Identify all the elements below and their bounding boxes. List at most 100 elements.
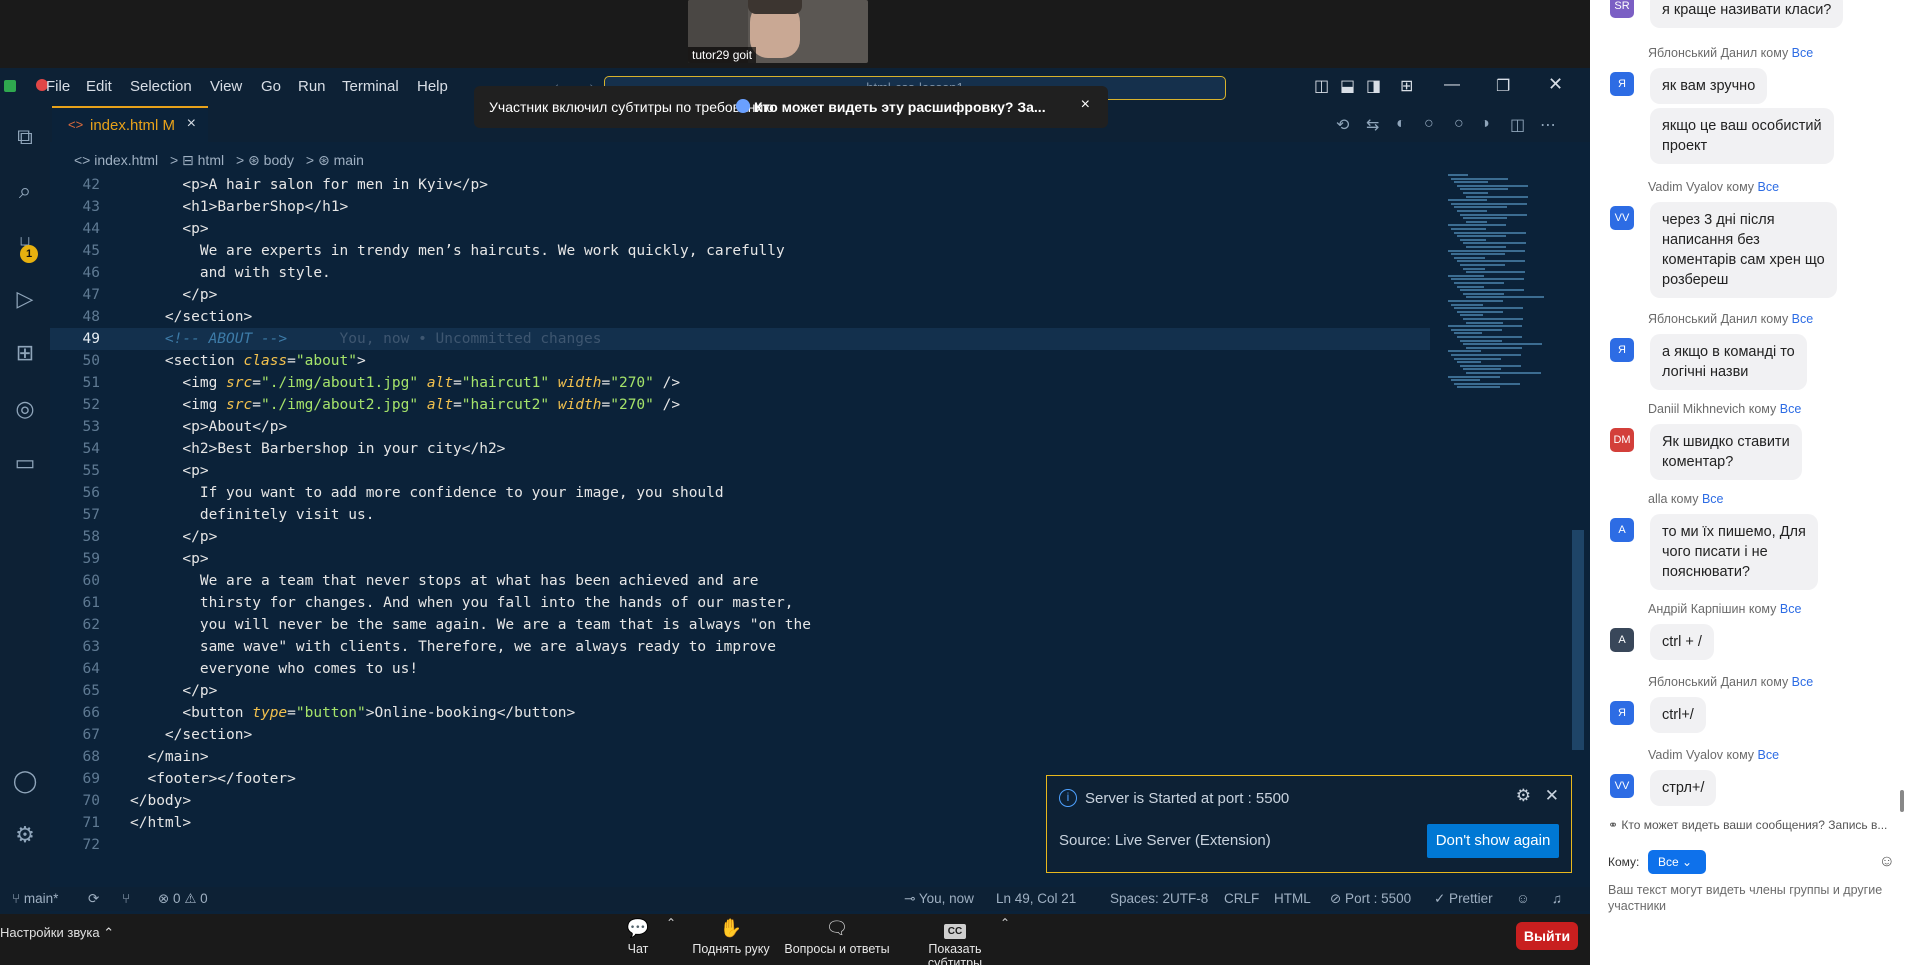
prev-change-icon[interactable]: ○ [1424, 115, 1434, 133]
run-debug-icon[interactable]: ▷ [10, 286, 40, 316]
breadcrumb-file[interactable]: <> index.html [74, 152, 158, 168]
account-icon[interactable]: ◯ [10, 768, 40, 798]
code-line[interactable]: 57 definitely visit us. [50, 504, 1430, 526]
code-line[interactable]: 49 <!-- ABOUT --> You, now • Uncommitted… [50, 328, 1430, 350]
recipient-select[interactable]: Все ⌄ [1648, 850, 1706, 874]
raise-hand-button[interactable]: ✋ Поднять руку [690, 914, 772, 956]
compare-changes-icon[interactable]: ⇆ [1366, 115, 1379, 135]
code-line[interactable]: 65 </p> [50, 680, 1430, 702]
sync-icon[interactable]: ⟳ [88, 891, 99, 907]
recipient[interactable]: Все [1792, 312, 1814, 326]
code-line[interactable]: 61 thirsty for changes. And when you fal… [50, 592, 1430, 614]
code-line[interactable]: 68 </main> [50, 746, 1430, 768]
code-line[interactable]: 45 We are experts in trendy men’s haircu… [50, 240, 1430, 262]
prettier-status[interactable]: ✓ Prettier [1434, 891, 1493, 907]
captions-chevron-icon[interactable]: ⌃ [1000, 916, 1010, 930]
chat-button[interactable]: 💬 Чат [618, 914, 658, 956]
code-line[interactable]: 60 We are a team that never stops at wha… [50, 570, 1430, 592]
cursor-position[interactable]: Ln 49, Col 21 [996, 891, 1076, 906]
code-line[interactable]: 66 <button type="button">Online-booking<… [50, 702, 1430, 724]
captions-button[interactable]: CC Показать субтитры [900, 914, 1010, 965]
code-line[interactable]: 55 <p> [50, 460, 1430, 482]
code-line[interactable]: 52 <img src="./img/about2.jpg" alt="hair… [50, 394, 1430, 416]
close-icon[interactable]: × [1081, 96, 1090, 114]
branch-status[interactable]: ⑂ main* [12, 891, 58, 906]
close-window-icon[interactable]: ✕ [1548, 74, 1563, 95]
who-can-see-messages[interactable]: ⚭ Кто может видеть ваши сообщения? Запис… [1608, 818, 1887, 832]
code-line[interactable]: 58 </p> [50, 526, 1430, 548]
chat-scrollbar[interactable] [1900, 790, 1904, 812]
code-line[interactable]: 44 <p> [50, 218, 1430, 240]
code-editor[interactable]: 42 <p>A hair salon for men in Kyiv</p> 43… [50, 174, 1440, 874]
tab-close-icon[interactable]: × [187, 115, 196, 133]
menu-help[interactable]: Help [417, 78, 448, 95]
timeline-icon[interactable]: ⟲ [1336, 115, 1349, 135]
restore-icon[interactable]: ❐ [1496, 76, 1510, 96]
sound-settings[interactable]: Настройки звука ⌃ [0, 925, 114, 941]
folder-icon[interactable]: ▭ [10, 450, 40, 480]
customize-layout-icon[interactable]: ⊞ [1400, 76, 1413, 96]
menu-edit[interactable]: Edit [86, 78, 112, 95]
recipient[interactable]: Все [1780, 602, 1802, 616]
code-line[interactable]: 48 </section> [50, 306, 1430, 328]
git-graph-status-icon[interactable]: ⑂ [122, 891, 130, 906]
toggle-panel-icon[interactable]: ⬓ [1340, 76, 1355, 96]
encoding[interactable]: UTF-8 [1170, 891, 1208, 906]
code-line[interactable]: 62 you will never be the same again. We … [50, 614, 1430, 636]
extensions-icon[interactable]: ⊞ [10, 340, 40, 370]
code-line[interactable]: 43 <h1>BarberShop</h1> [50, 196, 1430, 218]
go-back-change-icon[interactable]: ◐ [1396, 115, 1406, 133]
recipient[interactable]: Все [1758, 748, 1780, 762]
captions-toast-link[interactable]: Кто может видеть эту расшифровку? За... [754, 99, 1046, 115]
tab-index-html[interactable]: <> index.html M × [52, 106, 208, 142]
menu-run[interactable]: Run [298, 78, 326, 95]
git-lens-icon[interactable]: ◑ [1480, 115, 1490, 133]
code-line[interactable]: 47 </p> [50, 284, 1430, 306]
recipient[interactable]: Все [1792, 675, 1814, 689]
recipient[interactable]: Все [1758, 180, 1780, 194]
search-icon[interactable]: ⌕ [10, 178, 40, 208]
recipient[interactable]: Все [1702, 492, 1724, 506]
chat-input[interactable]: Ваш текст могут видеть члены группы и др… [1608, 882, 1898, 914]
recipient[interactable]: Все [1792, 46, 1814, 60]
toggle-secondary-sidebar-icon[interactable]: ◨ [1366, 76, 1381, 96]
notifications-bell-icon[interactable]: ♫ [1552, 891, 1562, 906]
participant-video-tile[interactable]: tutor29 goit [688, 0, 868, 63]
explorer-icon[interactable]: ⧉ [10, 124, 40, 154]
indentation[interactable]: Spaces: 2 [1110, 891, 1170, 906]
next-change-icon[interactable]: ○ [1454, 115, 1464, 133]
recipient[interactable]: Все [1780, 402, 1802, 416]
code-line[interactable]: 46 and with style. [50, 262, 1430, 284]
breadcrumb-main[interactable]: > ⊛ main [306, 152, 364, 168]
code-line[interactable]: 50 <section class="about"> [50, 350, 1430, 372]
feedback-icon[interactable]: ☺ [1516, 891, 1530, 906]
more-actions-icon[interactable]: ⋯ [1540, 115, 1556, 135]
code-line[interactable]: 53 <p>About</p> [50, 416, 1430, 438]
split-editor-icon[interactable]: ◫ [1510, 115, 1525, 135]
code-line[interactable]: 42 <p>A hair salon for men in Kyiv</p> [50, 174, 1430, 196]
minimize-icon[interactable]: — [1444, 76, 1460, 94]
breadcrumb-body[interactable]: > ⊛ body [236, 152, 294, 168]
code-line[interactable]: 51 <img src="./img/about1.jpg" alt="hair… [50, 372, 1430, 394]
notification-close-icon[interactable]: ✕ [1545, 786, 1559, 806]
menu-file[interactable]: File [46, 78, 70, 95]
code-line[interactable]: 54 <h2>Best Barbershop in your city</h2> [50, 438, 1430, 460]
menu-terminal[interactable]: Terminal [342, 78, 399, 95]
editor-scrollbar[interactable] [1570, 174, 1584, 874]
menu-selection[interactable]: Selection [130, 78, 192, 95]
toggle-sidebar-icon[interactable]: ◫ [1314, 76, 1329, 96]
line-endings[interactable]: CRLF [1224, 891, 1259, 906]
language-mode[interactable]: HTML [1274, 891, 1311, 906]
code-line[interactable]: 56 If you want to add more confidence to… [50, 482, 1430, 504]
leave-button[interactable]: Выйти [1516, 922, 1578, 950]
dont-show-again-button[interactable]: Don't show again [1427, 824, 1559, 858]
code-line[interactable]: 64 everyone who comes to us! [50, 658, 1430, 680]
blame-status[interactable]: ⊸ You, now [904, 891, 974, 907]
qa-button[interactable]: 🗨 Вопросы и ответы [782, 914, 892, 956]
minimap[interactable] [1440, 174, 1570, 404]
code-line[interactable]: 59 <p> [50, 548, 1430, 570]
notification-settings-icon[interactable]: ⚙ [1516, 786, 1531, 806]
code-line[interactable]: 63 same wave" with clients. Therefore, w… [50, 636, 1430, 658]
menu-go[interactable]: Go [261, 78, 281, 95]
chevron-up-icon[interactable]: ⌃ [666, 916, 676, 930]
